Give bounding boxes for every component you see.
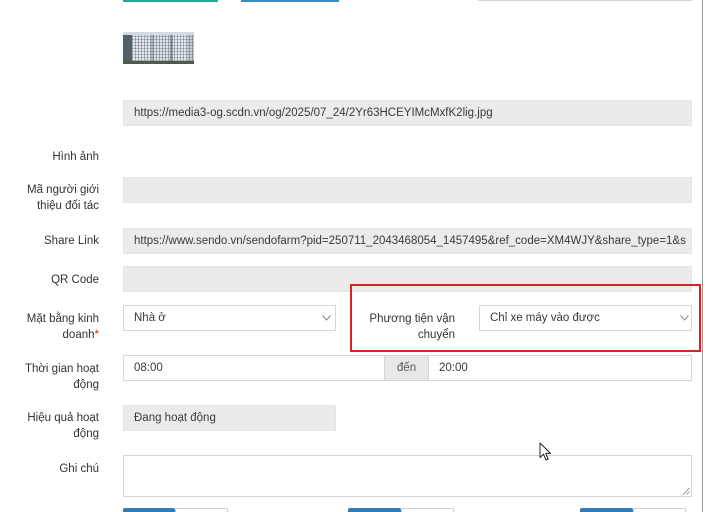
bottom-button-primary-3[interactable] (580, 508, 633, 512)
business-status-field[interactable]: Đang hoạt động (123, 405, 336, 431)
top-input-partial[interactable] (478, 0, 692, 1)
qr-code-field[interactable] (123, 266, 692, 292)
label-image: Hình ảnh (52, 151, 99, 163)
referrer-code-field[interactable] (123, 177, 692, 203)
label-business-status: Hiệu quả hoạt động (27, 412, 99, 440)
premises-select[interactable]: Nhà ở (123, 305, 336, 331)
closing-time-input[interactable]: 20:00 (428, 355, 692, 381)
label-referrer-code: Mã người giới thiệu đối tác (27, 184, 99, 212)
label-operating-hours: Thời gian hoạt động (24, 363, 99, 391)
bottom-button-primary-1[interactable] (123, 508, 175, 512)
chevron-down-icon (680, 315, 689, 321)
mouse-cursor-icon (539, 442, 551, 461)
label-share-link: Share Link (44, 235, 99, 247)
partner-form: https://media3-og.scdn.vn/og/2025/07_24/… (0, 0, 705, 512)
opening-time-input[interactable]: 08:00 (123, 355, 385, 381)
right-edge-divider (702, 0, 703, 512)
bottom-button-secondary-3[interactable] (633, 508, 686, 512)
image-url-field[interactable]: https://media3-og.scdn.vn/og/2025/07_24/… (123, 100, 692, 126)
thumbnail-image[interactable] (123, 32, 194, 64)
note-textarea[interactable] (123, 455, 692, 497)
premises-select-value: Nhà ở (134, 312, 166, 324)
label-premises: Mặt bằng kinh doanh* (9, 311, 99, 343)
bottom-button-secondary-1[interactable] (175, 508, 228, 512)
label-premises-text: Mặt bằng kinh doanh (26, 313, 99, 341)
label-qr-code: QR Code (51, 274, 99, 286)
top-button-blue-partial[interactable] (241, 0, 339, 2)
label-note: Ghi chú (59, 463, 99, 475)
share-link-field[interactable]: https://www.sendo.vn/sendofarm?pid=25071… (123, 228, 692, 254)
transport-select-value: Chỉ xe máy vào được (490, 312, 600, 324)
top-button-teal-partial[interactable] (123, 0, 218, 2)
chevron-down-icon (322, 315, 331, 321)
label-transport: Phương tiện vận chuyển (369, 313, 455, 341)
required-asterisk: * (94, 329, 99, 341)
bottom-button-primary-2[interactable] (348, 508, 401, 512)
bottom-button-secondary-2[interactable] (401, 508, 454, 512)
time-range-separator: đến (385, 355, 428, 381)
transport-select[interactable]: Chỉ xe máy vào được (479, 305, 692, 331)
resize-handle-icon[interactable] (682, 487, 690, 495)
